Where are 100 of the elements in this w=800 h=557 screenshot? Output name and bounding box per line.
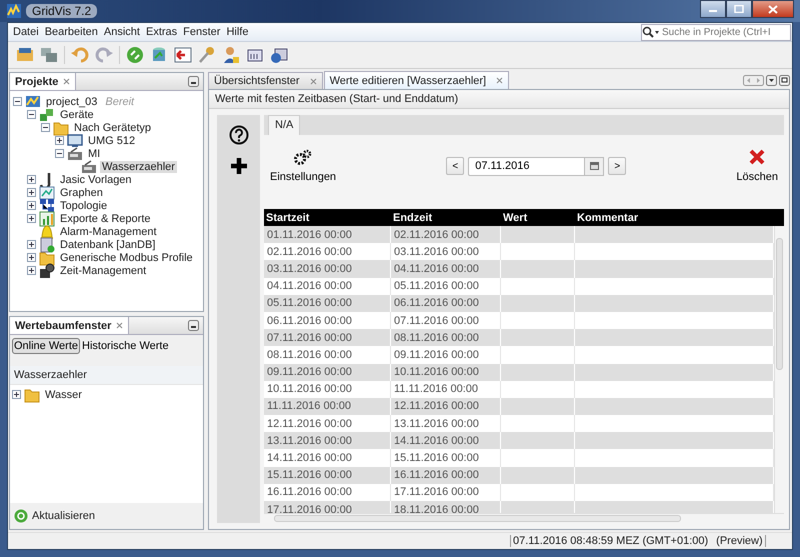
close-icon[interactable] [310, 78, 317, 84]
close-button[interactable] [752, 0, 794, 18]
report-icon [39, 210, 55, 226]
refresh-icon [14, 509, 28, 523]
table-cell: 01.11.2016 00:00 [264, 226, 391, 244]
tree-item[interactable]: Exporte & Reporte [58, 212, 152, 224]
expand-toggle[interactable] [27, 110, 36, 119]
search-field[interactable]: Suche in Projekte (Ctrl+I [641, 24, 791, 40]
table-cell: 15.11.2016 00:00 [264, 466, 391, 484]
menu-item[interactable]: Fenster [180, 26, 224, 38]
expand-toggle[interactable] [27, 214, 36, 223]
settings-button[interactable]: Einstellungen [266, 149, 340, 183]
expand-toggle[interactable] [55, 136, 64, 145]
expand-toggle[interactable] [27, 240, 36, 249]
panel-tab[interactable]: Projekte [10, 73, 76, 90]
expand-toggle[interactable] [27, 253, 36, 262]
monitor-icon [67, 132, 83, 148]
expand-toggle[interactable] [55, 149, 64, 158]
tree-item[interactable]: UMG 512 [86, 134, 138, 146]
maximize-icon [734, 5, 744, 13]
close-icon[interactable] [496, 77, 504, 84]
tree-item[interactable]: Graphen [58, 186, 105, 198]
gears-icon [294, 149, 312, 165]
table-cell: 04.11.2016 00:00 [391, 260, 501, 278]
menu-item[interactable]: Extras [142, 26, 180, 38]
column-header[interactable]: Kommentar [575, 212, 784, 224]
add-icon[interactable] [230, 157, 248, 175]
cylinder-icon[interactable] [150, 46, 168, 64]
next-button[interactable]: > [608, 157, 626, 175]
sync-icon[interactable] [126, 46, 144, 64]
tree-item[interactable]: MI [86, 148, 102, 160]
table-cell: 12.11.2016 00:00 [391, 398, 501, 416]
column-header[interactable]: Wert [501, 212, 575, 224]
tree-item[interactable]: Zeit-Management [58, 264, 148, 276]
editor-tab[interactable]: Übersichtsfenster [208, 72, 323, 89]
globe-window-icon[interactable] [270, 46, 288, 64]
menu-item[interactable]: Hilfe [223, 26, 252, 38]
dropdown-icon[interactable] [766, 75, 777, 86]
table-cell: 10.11.2016 00:00 [391, 364, 501, 381]
refresh-button[interactable]: Aktualisieren [32, 510, 95, 522]
tree-item[interactable]: Topologie [58, 200, 110, 212]
status-mode: (Preview) [716, 535, 763, 547]
meter-icon [67, 146, 83, 162]
menu-item[interactable]: Ansicht [100, 26, 143, 38]
tree-item[interactable]: Jasic Vorlagen [58, 174, 134, 186]
status-datetime: 07.11.2016 08:48:59 MEZ (GMT+01:00) [513, 535, 708, 547]
tree-item[interactable]: Wasserzaehler [100, 160, 177, 172]
expand-toggle[interactable] [27, 175, 36, 184]
delete-button[interactable]: Löschen [732, 149, 782, 183]
database-icon [39, 236, 55, 252]
menu-item[interactable]: Bearbeiten [42, 26, 101, 38]
table-cell: 05.11.2016 00:00 [264, 294, 391, 312]
minimize-icon[interactable] [188, 76, 199, 87]
expand-toggle[interactable] [27, 188, 36, 197]
tree-item[interactable]: Geräte [58, 108, 96, 120]
app-logo-icon [6, 3, 22, 19]
folder-icon[interactable] [16, 46, 34, 64]
calendar-button[interactable] [585, 156, 604, 176]
mode-toggle-button[interactable]: Online Werte [12, 338, 80, 354]
date-field[interactable]: 07.11.2016 [468, 156, 586, 176]
table-cell: 03.11.2016 00:00 [264, 260, 391, 278]
tree-item[interactable]: Wasser [43, 388, 84, 400]
minimize-button[interactable] [700, 0, 726, 18]
network-icon [39, 198, 55, 214]
tree-item[interactable]: Generische Modbus Profile [58, 252, 195, 264]
sheet-tab[interactable]: N/A [268, 115, 300, 135]
column-header[interactable]: Endzeit [391, 212, 501, 224]
chart-icon [39, 184, 55, 200]
expand-toggle[interactable] [27, 201, 36, 210]
tree-item[interactable]: Nach Gerätetyp [72, 122, 154, 134]
expand-toggle[interactable] [27, 266, 36, 275]
delete-icon [749, 149, 766, 165]
expand-toggle[interactable] [41, 123, 50, 132]
editor-tab[interactable]: Werte editieren [Wasserzaehler] [324, 71, 510, 89]
folder-icon [39, 250, 55, 266]
menu-item[interactable]: Datei [10, 26, 42, 38]
maximize-button[interactable] [726, 0, 752, 18]
minimize-icon[interactable] [188, 320, 199, 331]
panel-tab[interactable]: Wertebaumfenster [10, 317, 130, 334]
window-title: GridVis 7.2 [26, 4, 98, 18]
expand-toggle[interactable] [12, 390, 21, 399]
close-icon [768, 4, 778, 14]
table-cell: 09.11.2016 00:00 [264, 364, 391, 381]
table-cell: 14.11.2016 00:00 [391, 432, 501, 450]
stacked-windows-icon[interactable] [40, 46, 58, 64]
mode-toggle-button[interactable]: Historische Werte [80, 338, 171, 354]
tree-item[interactable]: project_03 [44, 96, 100, 108]
table-cell: 11.11.2016 00:00 [264, 398, 391, 416]
previous-button[interactable]: < [446, 157, 464, 175]
tree-item[interactable]: Alarm-Management [58, 226, 159, 238]
close-icon[interactable] [116, 322, 124, 329]
maximize-icon[interactable] [779, 75, 790, 86]
column-header[interactable]: Startzeit [264, 212, 391, 224]
help-icon[interactable] [228, 125, 248, 145]
expand-toggle[interactable] [13, 97, 22, 106]
tree-item[interactable]: Datenbank [JanDB] [58, 238, 158, 250]
table-cell: 07.11.2016 00:00 [264, 329, 391, 346]
search-icon [642, 26, 660, 38]
close-icon[interactable] [63, 78, 70, 85]
vertical-scrollbar[interactable] [774, 226, 784, 513]
